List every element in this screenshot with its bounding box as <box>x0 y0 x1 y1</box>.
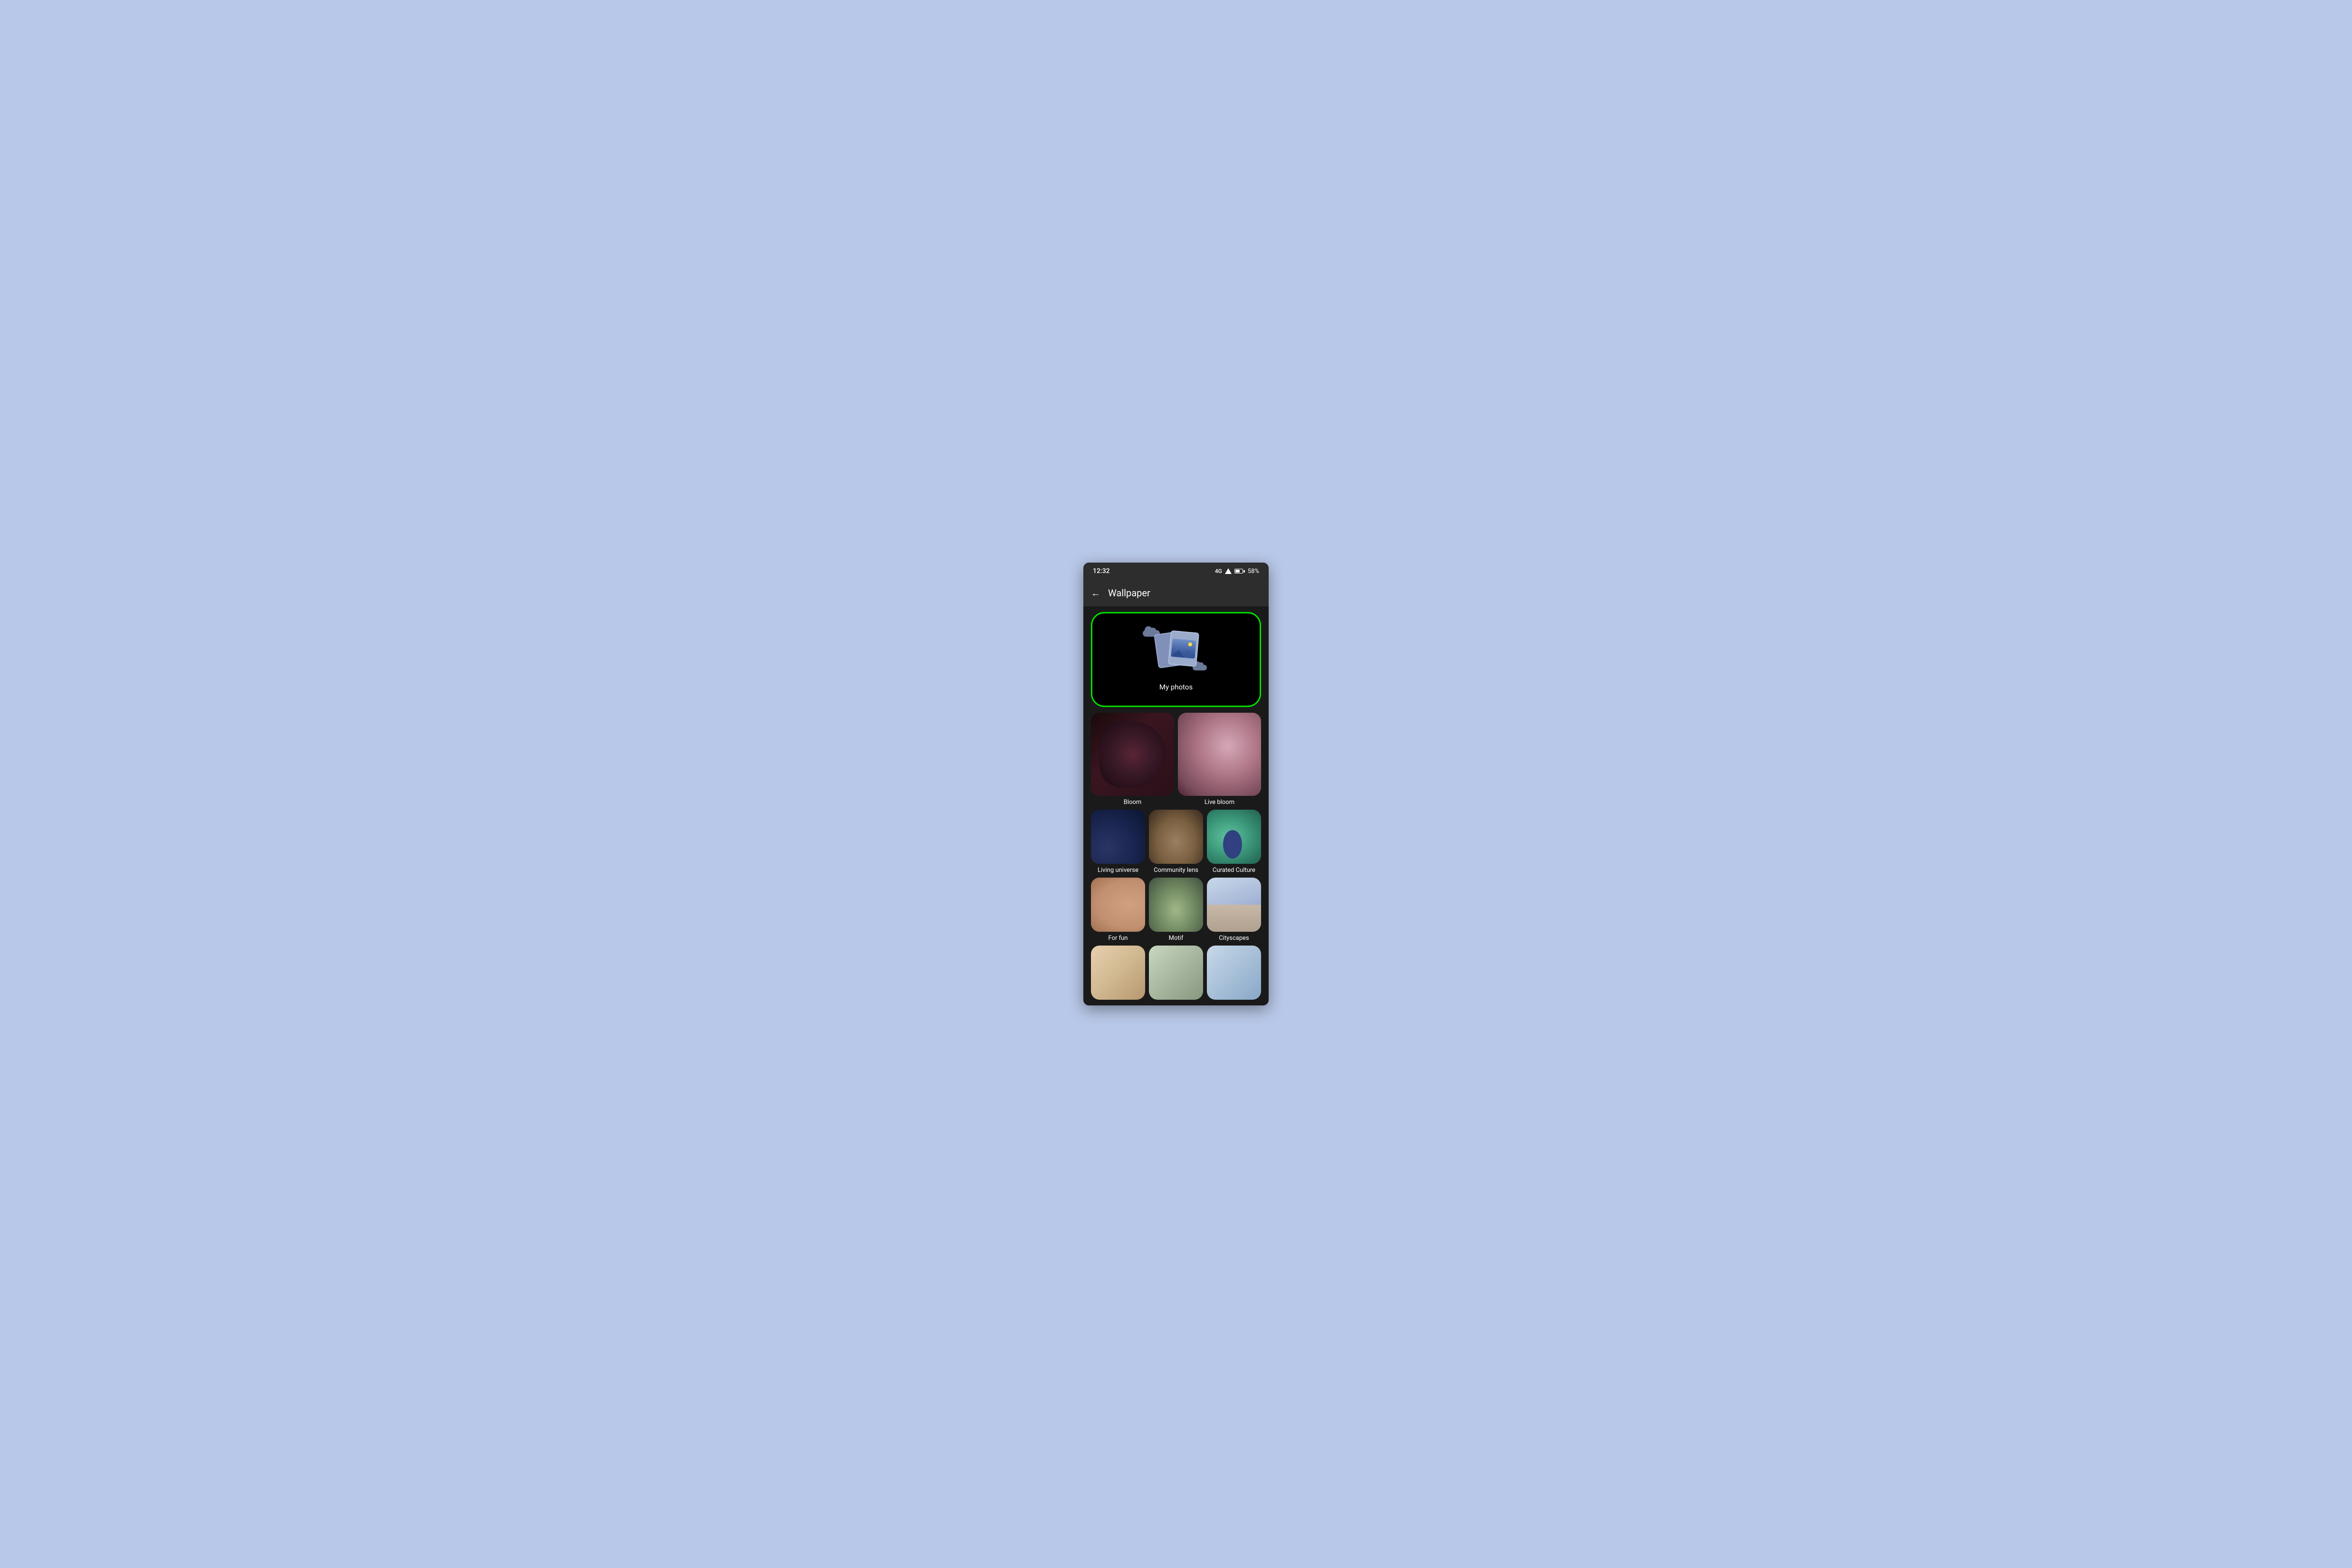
thumb-motif-art <box>1149 878 1203 932</box>
wallpaper-item-community-lens[interactable]: Community lens <box>1149 810 1203 874</box>
status-icons: 4G 58% <box>1215 568 1259 575</box>
battery-percent: 58% <box>1248 568 1259 575</box>
wallpaper-label-living-universe: Living universe <box>1098 867 1138 874</box>
photo-frame-front <box>1168 631 1199 667</box>
wallpaper-item-live-bloom[interactable]: Live bloom <box>1178 713 1261 806</box>
wallpaper-label-cityscapes: Cityscapes <box>1219 935 1249 942</box>
wallpaper-label-bloom: Bloom <box>1124 799 1142 806</box>
wallpaper-thumb-partial-1[interactable] <box>1091 946 1145 1000</box>
wallpaper-item-for-fun[interactable]: For fun <box>1091 878 1145 942</box>
thumb-cityscapes-art <box>1207 878 1261 932</box>
wallpaper-item-bloom[interactable]: Bloom <box>1091 713 1174 806</box>
thumb-living-universe-art <box>1091 810 1145 864</box>
battery-icon <box>1234 569 1245 574</box>
wallpaper-item-curated-culture[interactable]: Curated Culture <box>1207 810 1261 874</box>
wallpaper-item-living-universe[interactable]: Living universe <box>1091 810 1145 874</box>
wallpaper-thumb-partial-2[interactable] <box>1149 946 1203 1000</box>
my-photos-card[interactable]: My photos <box>1091 612 1261 707</box>
sun-dot <box>1188 642 1192 647</box>
wallpaper-thumb-community-lens <box>1149 810 1203 864</box>
thumb-for-fun-art <box>1091 878 1145 932</box>
content-area: My photos Bloom Live bloom <box>1083 606 1269 1005</box>
wallpaper-item-cityscapes[interactable]: Cityscapes <box>1207 878 1261 942</box>
wallpaper-grid-row2: Living universe Community lens Curated C… <box>1091 810 1261 874</box>
status-time: 12:32 <box>1093 567 1110 575</box>
wallpaper-label-for-fun: For fun <box>1109 935 1128 942</box>
wallpaper-thumb-bloom <box>1091 713 1174 796</box>
thumb-live-bloom-art <box>1178 713 1261 796</box>
thumb-bloom-art <box>1091 713 1174 796</box>
app-bar: ← Wallpaper <box>1083 580 1269 606</box>
signal-icon <box>1225 568 1232 574</box>
photo-frame-inner <box>1171 639 1196 659</box>
wallpaper-thumb-live-bloom <box>1178 713 1261 796</box>
thumb-community-lens-art <box>1149 810 1203 864</box>
wallpaper-grid-row3: For fun Motif Cityscapes <box>1091 878 1261 942</box>
wallpaper-label-live-bloom: Live bloom <box>1205 799 1234 806</box>
wallpaper-thumb-cityscapes <box>1207 878 1261 932</box>
wallpaper-thumb-curated-culture <box>1207 810 1261 864</box>
wallpaper-thumb-for-fun <box>1091 878 1145 932</box>
photos-illustration <box>1147 628 1205 675</box>
phone-frame: 12:32 4G 58% ← Wallpaper <box>1083 563 1269 1005</box>
wallpaper-label-curated-culture: Curated Culture <box>1213 867 1255 874</box>
page-title: Wallpaper <box>1108 587 1150 599</box>
wallpaper-label-community-lens: Community lens <box>1154 867 1198 874</box>
wallpaper-grid-row1: Bloom Live bloom <box>1091 713 1261 806</box>
my-photos-label: My photos <box>1159 683 1193 691</box>
wallpaper-item-motif[interactable]: Motif <box>1149 878 1203 942</box>
back-button[interactable]: ← <box>1091 587 1100 599</box>
wallpaper-thumb-motif <box>1149 878 1203 932</box>
wallpaper-label-motif: Motif <box>1169 935 1184 942</box>
thumb-curated-culture-art <box>1207 810 1261 864</box>
wallpaper-thumb-partial-3[interactable] <box>1207 946 1261 1000</box>
network-label: 4G <box>1215 568 1222 574</box>
status-bar: 12:32 4G 58% <box>1083 563 1269 580</box>
mountain-icon <box>1171 646 1195 659</box>
wallpaper-grid-row4-partial <box>1091 946 1261 1000</box>
wallpaper-thumb-living-universe <box>1091 810 1145 864</box>
